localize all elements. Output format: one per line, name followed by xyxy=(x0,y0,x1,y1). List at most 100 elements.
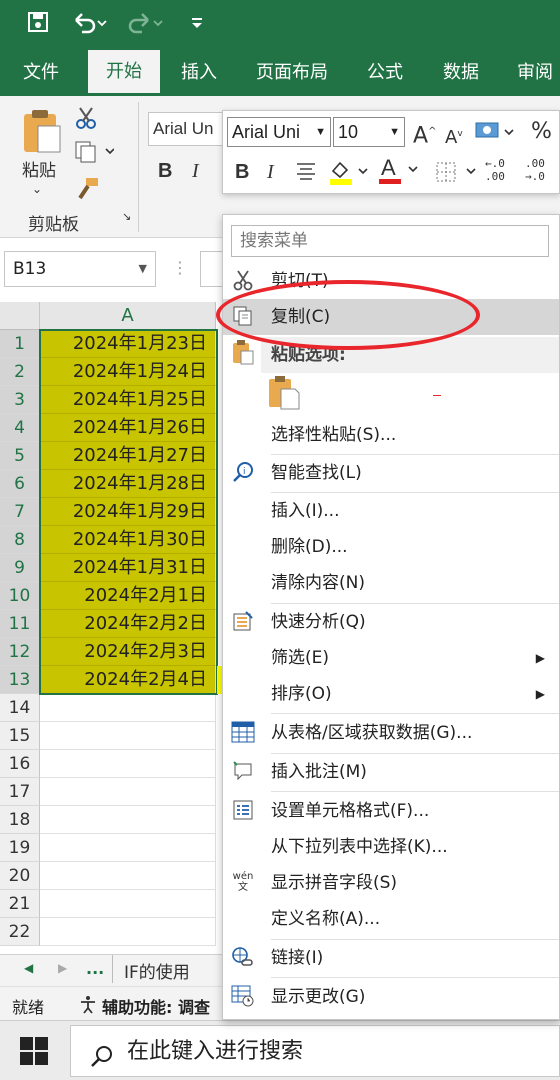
row-header[interactable]: 18 xyxy=(0,806,40,834)
menu-item-pick-from-list[interactable]: 从下拉列表中选择(K)... xyxy=(223,829,559,865)
row-header[interactable]: 9 xyxy=(0,554,40,582)
cell-a5[interactable]: 2024年1月27日 xyxy=(40,442,216,470)
paste-button[interactable] xyxy=(20,106,64,160)
cell-a3[interactable]: 2024年1月25日 xyxy=(40,386,216,414)
row-header[interactable]: 17 xyxy=(0,778,40,806)
menu-item-paste-special[interactable]: 选择性粘贴(S)... xyxy=(223,417,559,453)
row-header[interactable]: 15 xyxy=(0,722,40,750)
cell-a8[interactable]: 2024年1月30日 xyxy=(40,526,216,554)
tab-formulas[interactable]: 公式 xyxy=(354,50,416,96)
sheet-scroll-left-icon[interactable]: ◀ xyxy=(24,961,33,975)
row-header[interactable]: 1 xyxy=(0,330,40,358)
mini-font-dropdown-icon[interactable]: ▼ xyxy=(315,118,326,146)
row-header[interactable]: 14 xyxy=(0,694,40,722)
menu-item-define-name[interactable]: 定义名称(A)... xyxy=(223,901,559,937)
row-header[interactable]: 16 xyxy=(0,750,40,778)
sheet-more-ellipsis[interactable]: ... xyxy=(86,959,104,978)
shrink-font-button[interactable]: Av xyxy=(445,119,463,153)
row-header[interactable]: 4 xyxy=(0,414,40,442)
menu-item-get-data-from-table[interactable]: 从表格/区域获取数据(G)... xyxy=(223,715,559,751)
mini-bold-button[interactable]: B xyxy=(235,157,249,187)
taskbar-search-input[interactable]: 在此键入进行搜索 xyxy=(70,1025,560,1077)
font-color-icon[interactable]: A xyxy=(377,155,421,191)
menu-item-format-cells[interactable]: 设置单元格格式(F)... xyxy=(223,793,559,829)
menu-item-filter[interactable]: 筛选(E) ▶ xyxy=(223,640,559,676)
row-header[interactable]: 21 xyxy=(0,890,40,918)
tab-data[interactable]: 数据 xyxy=(430,50,492,96)
accessibility-status[interactable]: 辅助功能: 调查 xyxy=(102,994,210,1018)
clipboard-launcher-icon[interactable]: ↘ xyxy=(122,210,131,223)
sheet-scroll-right-icon[interactable]: ▶ xyxy=(58,961,67,975)
cell-a14[interactable] xyxy=(40,694,216,722)
cell-a15[interactable] xyxy=(40,722,216,750)
cell-a11[interactable]: 2024年2月2日 xyxy=(40,610,216,638)
menu-item-smart-lookup[interactable]: i 智能查找(L) xyxy=(223,455,559,491)
bold-button[interactable]: B xyxy=(158,160,172,183)
decrease-decimal-button[interactable]: .00 →.0 xyxy=(525,157,545,183)
accessibility-icon[interactable] xyxy=(78,994,98,1018)
row-header[interactable]: 12 xyxy=(0,638,40,666)
mini-font-name[interactable]: Arial Uni ▼ xyxy=(227,117,331,147)
menu-item-link[interactable]: 链接(I) xyxy=(223,940,559,976)
mini-size-dropdown-icon[interactable]: ▼ xyxy=(389,118,400,146)
accounting-format-icon[interactable] xyxy=(475,121,515,147)
tab-page-layout[interactable]: 页面布局 xyxy=(246,50,338,96)
cell-a2[interactable]: 2024年1月24日 xyxy=(40,358,216,386)
borders-icon[interactable] xyxy=(435,161,479,187)
row-header[interactable]: 5 xyxy=(0,442,40,470)
windows-start-icon[interactable] xyxy=(20,1037,48,1069)
menu-search-input[interactable]: 搜索菜单 xyxy=(231,225,549,257)
undo-icon[interactable] xyxy=(70,10,108,44)
cell-a21[interactable] xyxy=(40,890,216,918)
increase-decimal-button[interactable]: ←.0 .00 xyxy=(485,157,505,183)
formula-input[interactable] xyxy=(200,251,224,287)
tab-home[interactable]: 开始 xyxy=(88,50,160,96)
row-header[interactable]: 8 xyxy=(0,526,40,554)
row-header[interactable]: 6 xyxy=(0,470,40,498)
copy-icon[interactable] xyxy=(74,140,115,168)
menu-item-quick-analysis[interactable]: 快速分析(Q) xyxy=(223,604,559,640)
cut-icon[interactable] xyxy=(74,106,98,134)
cell-a12[interactable]: 2024年2月3日 xyxy=(40,638,216,666)
sheet-tab[interactable]: IF的使用 xyxy=(124,958,190,983)
name-box[interactable]: B13 ▼ xyxy=(4,251,156,287)
cell-a10[interactable]: 2024年2月1日 xyxy=(40,582,216,610)
cell-a13[interactable]: 2024年2月4日 xyxy=(40,666,216,694)
row-header[interactable]: 2 xyxy=(0,358,40,386)
row-header[interactable]: 20 xyxy=(0,862,40,890)
menu-item-insert[interactable]: 插入(I)... xyxy=(223,493,559,529)
paste-dropdown-icon[interactable]: ⌄ xyxy=(32,182,42,196)
paste-label[interactable]: 粘贴 xyxy=(22,156,56,181)
cell-a4[interactable]: 2024年1月26日 xyxy=(40,414,216,442)
mini-italic-button[interactable]: I xyxy=(267,157,274,187)
cell-a22[interactable] xyxy=(40,918,216,946)
row-header[interactable]: 7 xyxy=(0,498,40,526)
row-header[interactable]: 13 xyxy=(0,666,40,694)
mini-font-size[interactable]: 10 ▼ xyxy=(333,117,405,147)
format-painter-icon[interactable] xyxy=(74,176,100,206)
menu-item-insert-comment[interactable]: 插入批注(M) xyxy=(223,754,559,790)
customize-qat-icon[interactable] xyxy=(190,10,204,44)
menu-item-sort[interactable]: 排序(O) ▶ xyxy=(223,676,559,712)
fill-color-icon[interactable] xyxy=(327,157,371,191)
cell-a9[interactable]: 2024年1月31日 xyxy=(40,554,216,582)
column-header-a[interactable]: A xyxy=(40,302,216,330)
paste-option-button[interactable] xyxy=(267,375,303,415)
row-header[interactable]: 3 xyxy=(0,386,40,414)
cell-a7[interactable]: 2024年1月29日 xyxy=(40,498,216,526)
tab-file[interactable]: 文件 xyxy=(10,50,72,96)
name-box-dropdown-icon[interactable]: ▼ xyxy=(139,252,147,286)
font-name-box[interactable]: Arial Un xyxy=(148,112,228,146)
cell-a6[interactable]: 2024年1月28日 xyxy=(40,470,216,498)
row-header[interactable]: 22 xyxy=(0,918,40,946)
percent-button[interactable]: % xyxy=(531,117,552,147)
cell-a19[interactable] xyxy=(40,834,216,862)
menu-item-show-phonetic[interactable]: wén 文 显示拼音字段(S) xyxy=(223,865,559,901)
cell-a16[interactable] xyxy=(40,750,216,778)
menu-item-clear-contents[interactable]: 清除内容(N) xyxy=(223,565,559,601)
tab-insert[interactable]: 插入 xyxy=(168,50,230,96)
autosave-icon[interactable] xyxy=(26,10,52,44)
italic-button[interactable]: I xyxy=(192,160,199,183)
row-header[interactable]: 11 xyxy=(0,610,40,638)
cell-a18[interactable] xyxy=(40,806,216,834)
